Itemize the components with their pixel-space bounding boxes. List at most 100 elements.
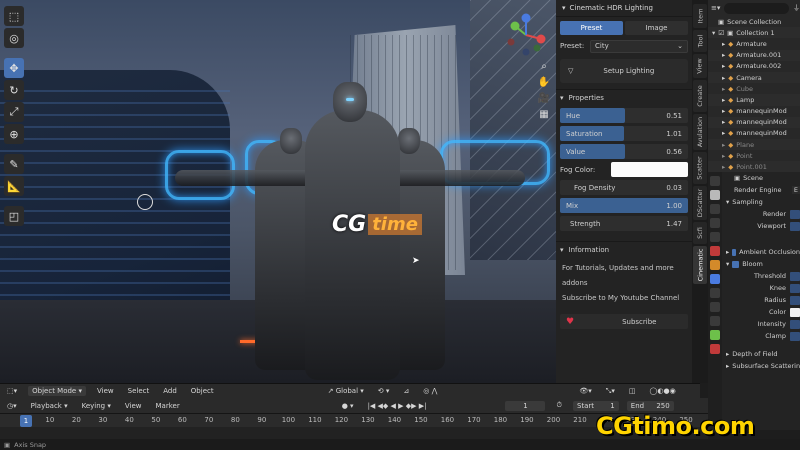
visibility-icon[interactable]: 👁▾ (576, 386, 594, 396)
outliner-item[interactable]: ▸ ◆ Armature (708, 38, 800, 49)
rotate-tool-icon[interactable]: ↻ (4, 80, 24, 100)
move-tool-icon[interactable]: ✥ (4, 58, 24, 78)
clock-icon[interactable]: ◷▾ (4, 401, 20, 411)
sss-section[interactable]: ▸ Subsurface Scattering (724, 360, 800, 372)
chevron-right-icon[interactable]: ▸ (722, 62, 725, 70)
output-tab-icon[interactable] (710, 204, 720, 214)
tab-create[interactable]: Create (693, 80, 707, 112)
panel-header[interactable]: ▾ Cinematic HDR Lighting (556, 0, 692, 17)
bloom-field-input[interactable] (790, 295, 800, 305)
chevron-right-icon[interactable]: ▸ (722, 118, 725, 126)
current-frame-field[interactable]: 1 (505, 400, 546, 411)
bloom-field-input[interactable] (790, 307, 800, 317)
chevron-right-icon[interactable]: ▸ (722, 152, 725, 160)
chevron-right-icon[interactable]: ▸ (722, 141, 725, 149)
transform-tool-icon[interactable]: ⊕ (4, 124, 24, 144)
menu-view-timeline[interactable]: View (122, 401, 145, 411)
camera-view-icon[interactable]: 🎥 (536, 90, 552, 106)
xray-icon[interactable]: ◫ (626, 386, 639, 396)
render-samples-field[interactable] (790, 209, 800, 219)
measure-tool-icon[interactable]: 📐 (4, 176, 24, 196)
navigation-gizmo[interactable] (503, 12, 549, 58)
cursor-tool-icon[interactable]: ◎ (4, 28, 24, 48)
chevron-right-icon[interactable]: ▸ (722, 85, 725, 93)
shading-modes-icon[interactable]: ◯◐●◉ (647, 386, 679, 396)
chevron-right-icon[interactable]: ▸ (722, 107, 725, 115)
outliner-item[interactable]: ▸ ◆ mannequinMod (708, 106, 800, 117)
scale-tool-icon[interactable]: ⤢ (4, 102, 24, 122)
particles-tab-icon[interactable] (710, 288, 720, 298)
outliner-item[interactable]: ▸ ◆ Cube (708, 83, 800, 94)
render-tab-icon[interactable] (710, 190, 720, 200)
menu-marker[interactable]: Marker (153, 401, 183, 411)
tab-item[interactable]: Item (693, 4, 707, 28)
menu-select[interactable]: Select (125, 386, 153, 396)
tab-scfi[interactable]: Scfi (693, 222, 707, 244)
outliner-item[interactable]: ▸ ◆ Armature.002 (708, 61, 800, 72)
viewport-samples-field[interactable] (790, 221, 800, 231)
outliner-item[interactable]: ▸ ◆ Plane (708, 139, 800, 151)
outliner-item[interactable]: ▸ ◆ Lamp (708, 94, 800, 106)
filter-icon[interactable]: ⏚ (793, 3, 800, 13)
tab-dscatter[interactable]: DScatter (693, 186, 707, 220)
editor-type-icon[interactable]: ≡▾ (711, 4, 720, 12)
chevron-right-icon[interactable]: ▸ (722, 74, 725, 82)
snap-icon[interactable]: ⊿ (400, 386, 412, 396)
record-icon[interactable]: ● ▾ (339, 401, 357, 411)
outliner-item[interactable]: ▸ ◆ mannequinMod (708, 116, 800, 128)
tool-tab-icon[interactable] (710, 176, 720, 186)
stopwatch-icon[interactable]: ⏱ (553, 400, 564, 411)
collapse-chevron-icon[interactable]: ▾ (562, 4, 566, 12)
chevron-right-icon[interactable]: ▸ (722, 96, 725, 104)
fog-density-field[interactable]: Fog Density 0.03 (560, 180, 688, 195)
outliner-scene-collection[interactable]: ▣ Scene Collection (708, 16, 800, 27)
menu-keying[interactable]: Keying ▾ (79, 401, 114, 411)
constraints-tab-icon[interactable] (710, 316, 720, 326)
playback-controls[interactable]: |◀ ◀◆ ◀ ▶ ◆▶ ▶| (365, 401, 430, 411)
setup-lighting-button[interactable]: ▽ Setup Lighting (560, 59, 688, 83)
menu-add[interactable]: Add (160, 386, 180, 396)
tab-preset[interactable]: Preset (560, 21, 623, 35)
menu-playback[interactable]: Playback ▾ (28, 401, 71, 411)
tab-avulation[interactable]: Avulation (693, 114, 707, 150)
scene-tab-icon[interactable] (710, 232, 720, 242)
strength-field[interactable]: Strength 1.47 (560, 216, 688, 231)
information-section-header[interactable]: ▾ Information (556, 241, 692, 257)
menu-view[interactable]: View (94, 386, 117, 396)
checkbox-icon[interactable]: ☑ (718, 29, 724, 37)
bloom-field-input[interactable] (790, 271, 800, 281)
mix-slider[interactable]: Mix 1.00 (560, 198, 688, 213)
chevron-right-icon[interactable]: ▸ (722, 40, 725, 48)
bloom-field-input[interactable] (790, 283, 800, 293)
view-layer-tab-icon[interactable] (710, 218, 720, 228)
annotate-tool-icon[interactable]: ✎ (4, 154, 24, 174)
ambient-occlusion-section[interactable]: ▸ Ambient Occlusion (724, 246, 800, 258)
current-frame-marker[interactable]: 1 (20, 415, 32, 427)
tab-image[interactable]: Image (625, 21, 688, 35)
select-box-icon[interactable]: ⬚ (4, 6, 24, 26)
saturation-slider[interactable]: Saturation 1.01 (560, 126, 688, 141)
subscribe-button[interactable]: ♥ Subscribe (560, 314, 688, 329)
sampling-section[interactable]: ▾ Sampling (724, 196, 800, 208)
properties-section-header[interactable]: ▾ Properties (556, 89, 692, 105)
outliner-item[interactable]: ▸ ◆ Point (708, 150, 800, 161)
world-tab-icon[interactable] (710, 246, 720, 256)
outliner-item[interactable]: ▸ ◆ Armature.001 (708, 49, 800, 61)
orientation-select[interactable]: ↗ Global ▾ (325, 386, 367, 396)
proportional-edit-icon[interactable]: ◎ ⋀ (420, 386, 440, 396)
tab-scatter[interactable]: Scatter (693, 152, 707, 184)
editor-type-icon[interactable]: ⬚▾ (4, 386, 20, 396)
bloom-section[interactable]: ▾ Bloom (724, 258, 800, 270)
object-tab-icon[interactable] (710, 260, 720, 270)
chevron-right-icon[interactable]: ▸ (722, 163, 725, 171)
outliner-item[interactable]: ▸ ◆ mannequinMod (708, 128, 800, 139)
chevron-right-icon[interactable]: ▸ (722, 51, 725, 59)
render-engine-dropdown[interactable]: E (791, 186, 800, 194)
hue-slider[interactable]: Hue 0.51 (560, 108, 688, 123)
value-slider[interactable]: Value 0.56 (560, 144, 688, 159)
pan-hand-icon[interactable]: ✋ (536, 74, 552, 90)
bloom-field-input[interactable] (790, 331, 800, 341)
outliner-collection-1[interactable]: ▾ ☑ ▣ Collection 1 (708, 27, 800, 39)
start-frame-field[interactable]: Start 1 (572, 400, 619, 411)
material-tab-icon[interactable] (710, 344, 720, 354)
